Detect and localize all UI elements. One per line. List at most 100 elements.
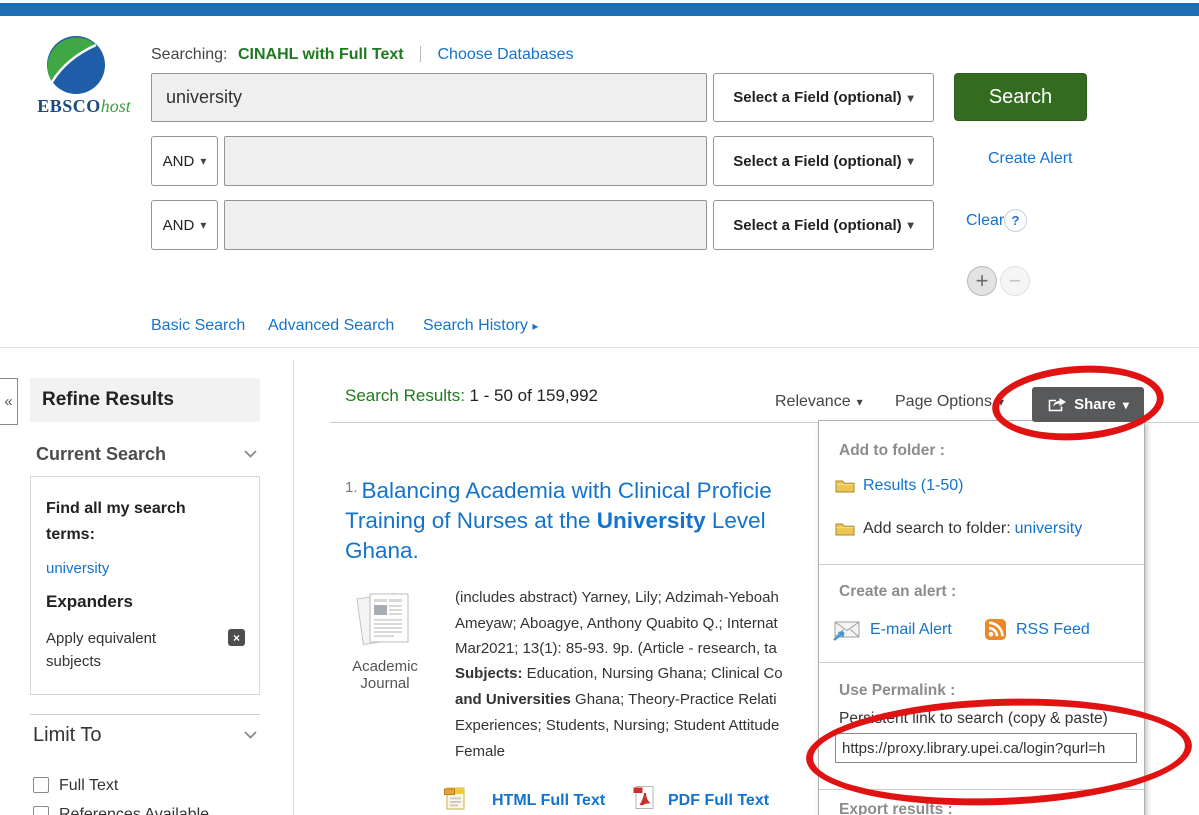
relevance-label: Relevance (775, 393, 851, 410)
header-divider (0, 347, 1199, 348)
create-alert-link[interactable]: Create Alert (988, 150, 1072, 168)
boolean-select-2[interactable]: AND ▾ (151, 136, 218, 186)
search-button[interactable]: Search (954, 73, 1087, 121)
permalink-input[interactable] (835, 733, 1137, 763)
result-number: 1. (345, 479, 358, 496)
rss-feed-link[interactable]: RSS Feed (985, 619, 1090, 640)
menu-divider (819, 564, 1144, 565)
folder-icon (835, 478, 855, 494)
find-terms-label: Find all my search terms: (46, 496, 221, 548)
current-search-heading: Current Search (36, 444, 166, 465)
chevron-down-icon: ▾ (908, 154, 914, 168)
use-permalink-label: Use Permalink : (839, 682, 955, 700)
boolean-select-3[interactable]: AND ▾ (151, 200, 218, 250)
chevron-collapse-icon[interactable] (244, 450, 257, 458)
refine-results-title: Refine Results (30, 378, 260, 422)
field-select-3[interactable]: Select a Field (optional) ▾ (713, 200, 934, 250)
choose-databases-link[interactable]: Choose Databases (437, 46, 573, 63)
add-search-prefix: Add search to folder: (863, 520, 1011, 538)
search-history-link[interactable]: Search History ▸ (423, 317, 538, 335)
remove-row-button[interactable]: − (1000, 266, 1030, 296)
search-results-range: 1 - 50 of 159,992 (469, 386, 598, 405)
sidebar-results-divider (293, 360, 294, 815)
expander-item-label: Apply equivalent subjects (46, 627, 206, 673)
full-text-checkbox[interactable] (33, 777, 49, 793)
share-label: Share (1074, 396, 1116, 413)
email-icon (833, 618, 861, 641)
field-select-1-label: Select a Field (optional) (733, 89, 901, 106)
source-type-line1: Academic (352, 658, 418, 675)
menu-divider (819, 789, 1144, 790)
add-search-term: university (1015, 520, 1083, 538)
html-full-text-link[interactable]: HTML Full Text (492, 792, 605, 810)
references-available-checkbox[interactable] (33, 806, 49, 815)
chevron-collapse-icon[interactable] (244, 731, 257, 739)
share-dropdown-menu: Add to folder : Results (1-50) Add searc… (818, 420, 1145, 815)
result-title-keyword: University (597, 508, 706, 533)
export-results-label: Export results : (839, 801, 953, 815)
html-icon (443, 786, 467, 815)
field-select-1[interactable]: Select a Field (optional) ▾ (713, 73, 934, 122)
page-options-dropdown[interactable]: Page Options ▾ (895, 393, 1004, 411)
advanced-search-link[interactable]: Advanced Search (268, 317, 394, 335)
pdf-icon (633, 785, 655, 815)
field-select-2-label: Select a Field (optional) (733, 153, 901, 170)
email-alert-label: E-mail Alert (870, 621, 952, 639)
rss-icon (985, 619, 1006, 640)
search-input-2[interactable] (224, 136, 707, 186)
help-icon[interactable]: ? (1004, 209, 1027, 232)
subjects-line2: Ghana; Theory-Practice Relati (571, 691, 777, 708)
chevron-down-icon: ▾ (200, 154, 206, 168)
database-name: CINAHL with Full Text (238, 46, 404, 63)
add-search-to-folder-link[interactable]: Add search to folder: university (835, 520, 1082, 538)
result-title-line3: Ghana. (345, 538, 419, 563)
chevron-down-icon: ▾ (1123, 398, 1129, 412)
relevance-sort-dropdown[interactable]: Relevance ▾ (775, 393, 863, 411)
search-input-3[interactable] (224, 200, 707, 250)
create-alert-label: Create an alert : (839, 583, 956, 601)
search-input-1[interactable] (151, 73, 707, 122)
add-results-to-folder-link[interactable]: Results (1-50) (835, 477, 963, 495)
field-select-2[interactable]: Select a Field (optional) ▾ (713, 136, 934, 186)
source-type-line2: Journal (360, 675, 409, 692)
separator (420, 46, 421, 62)
boolean-select-2-label: AND (163, 153, 195, 170)
brand-suffix: host (101, 96, 131, 116)
share-button[interactable]: Share ▾ (1032, 387, 1144, 422)
clear-link[interactable]: Clear (966, 212, 1004, 230)
remove-expander-button[interactable]: × (228, 629, 245, 646)
source-type-label: Academic Journal (340, 658, 430, 692)
basic-search-link[interactable]: Basic Search (151, 317, 245, 335)
expanders-label: Expanders (46, 592, 133, 612)
full-text-label: Full Text (59, 777, 118, 795)
triangle-right-icon: ▸ (532, 319, 538, 333)
result-title-line1: Balancing Academia with Clinical Profici… (362, 478, 772, 503)
searching-line: Searching: CINAHL with Full Text Choose … (151, 46, 574, 64)
brand-name: EBSCO (37, 96, 101, 116)
email-alert-link[interactable]: E-mail Alert (833, 618, 952, 641)
add-to-folder-label: Add to folder : (839, 442, 945, 460)
subjects-line1: Education, Nursing Ghana; Clinical Co (523, 665, 783, 682)
searching-label: Searching: (151, 46, 228, 63)
academic-journal-icon (352, 586, 416, 650)
ebscohost-logo: EBSCOhost (18, 96, 150, 117)
collapse-sidebar-button[interactable]: « (0, 378, 18, 425)
chevron-down-icon: ▾ (908, 218, 914, 232)
chevron-down-icon: ▾ (998, 395, 1004, 409)
boolean-select-3-label: AND (163, 217, 195, 234)
page-options-label: Page Options (895, 393, 992, 410)
menu-divider (819, 662, 1144, 663)
pdf-full-text-link[interactable]: PDF Full Text (668, 792, 769, 810)
search-history-label: Search History (423, 317, 528, 334)
result-title-link[interactable]: 1.Balancing Academia with Clinical Profi… (345, 473, 825, 566)
search-term-link[interactable]: university (46, 560, 109, 577)
result-title-line2c: Level (706, 508, 766, 533)
chevron-down-icon: ▾ (908, 91, 914, 105)
field-select-3-label: Select a Field (optional) (733, 217, 901, 234)
chevron-down-icon: ▾ (200, 218, 206, 232)
subjects-keyword: and Universities (455, 691, 571, 708)
chevron-down-icon: ▾ (857, 395, 863, 409)
ebsco-logo-icon (44, 32, 108, 96)
share-icon (1047, 397, 1067, 413)
add-row-button[interactable]: + (967, 266, 997, 296)
